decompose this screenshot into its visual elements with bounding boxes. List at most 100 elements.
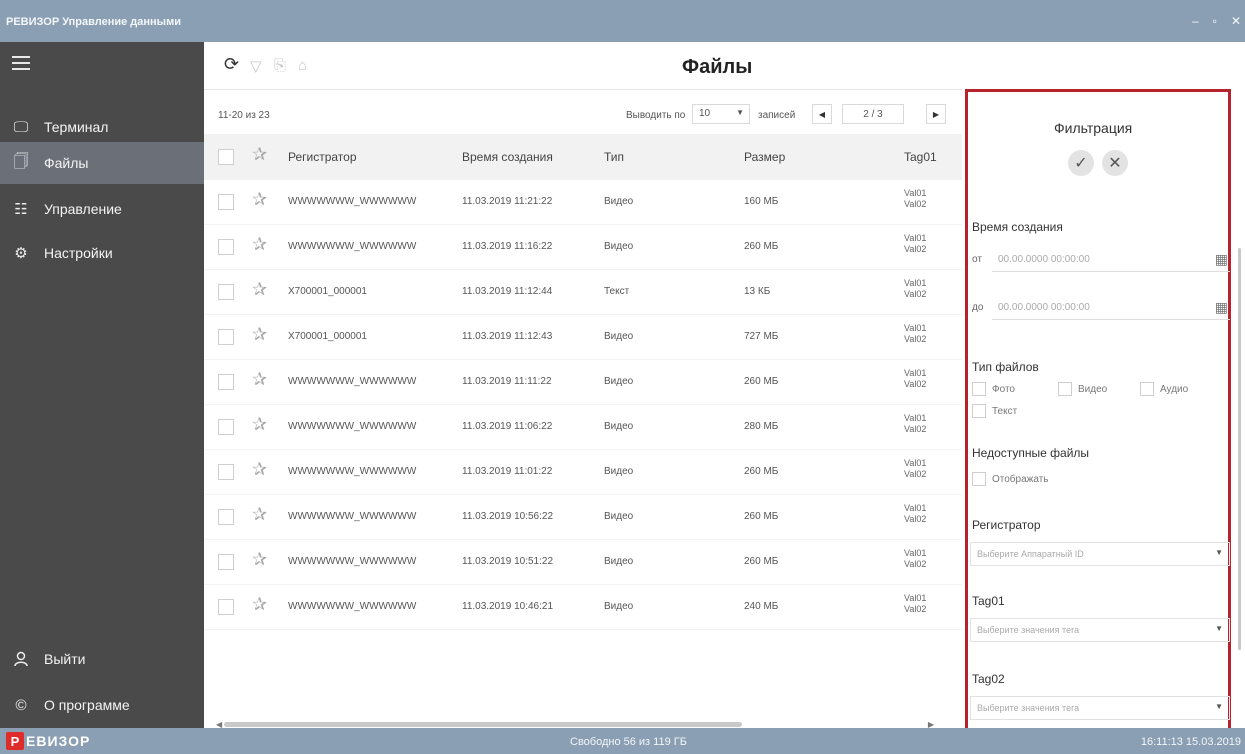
- per-page-select[interactable]: 10 ▼: [692, 104, 750, 124]
- cell-type: Видео: [604, 196, 634, 207]
- tag01-select[interactable]: Выберите значения тега ▼: [970, 618, 1230, 642]
- sidebar-item-about[interactable]: © О программе: [0, 684, 204, 726]
- calendar-icon[interactable]: ▦: [1215, 299, 1228, 316]
- tag-value: Val01: [904, 368, 927, 378]
- row-checkbox[interactable]: [218, 329, 234, 345]
- cell-size: 280 МБ: [744, 421, 779, 432]
- pin-icon[interactable]: ✰: [252, 504, 267, 525]
- tag02-label: Tag02: [972, 672, 1005, 686]
- select-all-checkbox[interactable]: [218, 149, 234, 165]
- pin-icon[interactable]: ✰: [252, 369, 267, 390]
- table-row[interactable]: ✰ X700001_000001 11.03.2019 11:12:44 Текст 1…: [204, 270, 962, 315]
- sidebar-item-logout[interactable]: Выйти: [0, 638, 204, 680]
- calendar-icon[interactable]: ▦: [1215, 251, 1228, 268]
- pin-icon[interactable]: ✰: [252, 324, 267, 345]
- checkbox-photo[interactable]: Фото: [972, 382, 1015, 396]
- reset-filter-button[interactable]: ✕: [1102, 150, 1128, 176]
- apply-filter-button[interactable]: ✓: [1068, 150, 1094, 176]
- checkbox-text[interactable]: Текст: [972, 404, 1017, 418]
- user-icon: [12, 650, 30, 668]
- copy-icon[interactable]: ⎘: [274, 57, 286, 74]
- horizontal-scrollbar[interactable]: ◀ ▶: [216, 720, 934, 729]
- table-row[interactable]: ✰ X700001_000001 11.03.2019 11:12:43 Видео 7…: [204, 315, 962, 360]
- column-header-created[interactable]: Время создания: [462, 150, 553, 164]
- sidebar: 🖵 Терминал 🗍 Файлы ☷ Управление ⚙ Настро…: [0, 42, 204, 728]
- next-page-button[interactable]: ▶: [926, 104, 946, 124]
- registrar-select[interactable]: Выберите Аппаратный ID ▼: [970, 542, 1230, 566]
- column-header-tag01[interactable]: Tag01: [904, 150, 937, 164]
- filter-icon[interactable]: ▽: [250, 57, 262, 75]
- column-header-size[interactable]: Размер: [744, 150, 785, 164]
- table-row[interactable]: ✰ WWWWWWW_WWWWWW 11.03.2019 11:06:22 Видео 2…: [204, 405, 962, 450]
- row-checkbox[interactable]: [218, 599, 234, 615]
- menu-icon[interactable]: [12, 56, 30, 74]
- pin-icon[interactable]: ✰: [252, 549, 267, 570]
- cell-type: Текст: [604, 286, 630, 297]
- cell-tags: Val01 Val02: [904, 278, 926, 300]
- table-row[interactable]: ✰ WWWWWWW_WWWWWW 11.03.2019 11:21:22 Видео 1…: [204, 180, 962, 225]
- row-checkbox[interactable]: [218, 374, 234, 390]
- pin-icon[interactable]: ✰: [252, 189, 267, 210]
- table-row[interactable]: ✰ WWWWWWW_WWWWWW 11.03.2019 10:51:22 Видео 2…: [204, 540, 962, 585]
- cell-type: Видео: [604, 511, 634, 522]
- table-row[interactable]: ✰ WWWWWWW_WWWWWW 11.03.2019 11:16:22 Видео 2…: [204, 225, 962, 270]
- table-row[interactable]: ✰ WWWWWWW_WWWWWW 11.03.2019 10:56:22 Видео 2…: [204, 495, 962, 540]
- tag02-select[interactable]: Выберите значения тега ▼: [970, 696, 1230, 720]
- pin-icon[interactable]: ✰: [252, 279, 267, 300]
- minimize-button[interactable]: –: [1192, 14, 1199, 28]
- monitor-icon: 🖵: [13, 118, 29, 136]
- checkbox-audio[interactable]: Аудио: [1140, 382, 1188, 396]
- cell-size: 260 МБ: [744, 376, 779, 387]
- cell-created: 11.03.2019 11:12:43: [462, 331, 553, 342]
- cell-registrar: X700001_000001: [288, 331, 367, 342]
- pin-icon[interactable]: ✰: [252, 234, 267, 255]
- date-from-field[interactable]: от 00.00.0000 00:00:00 ▦: [972, 248, 1230, 272]
- row-checkbox[interactable]: [218, 554, 234, 570]
- scrollbar-thumb[interactable]: [224, 722, 742, 727]
- tag-value: Val02: [904, 244, 927, 254]
- checkbox-show-unavailable[interactable]: Отображать: [972, 472, 1048, 486]
- per-page-label: Выводить по: [626, 110, 686, 121]
- table-row[interactable]: ✰ WWWWWWW_WWWWWW 11.03.2019 10:46:21 Видео 2…: [204, 585, 962, 630]
- upload-icon[interactable]: ⌂: [298, 57, 307, 74]
- row-checkbox[interactable]: [218, 419, 234, 435]
- table-row[interactable]: ✰ WWWWWWW_WWWWWW 11.03.2019 11:11:22 Видео 2…: [204, 360, 962, 405]
- cell-size: 260 МБ: [744, 241, 779, 252]
- checkbox-video[interactable]: Видео: [1058, 382, 1107, 396]
- table-row[interactable]: ✰ WWWWWWW_WWWWWW 11.03.2019 11:01:22 Видео 2…: [204, 450, 962, 495]
- tag-value: Val01: [904, 323, 927, 333]
- cell-type: Видео: [604, 331, 634, 342]
- vertical-scrollbar[interactable]: [1238, 248, 1241, 650]
- file-icon: 🗍: [13, 152, 29, 170]
- row-checkbox[interactable]: [218, 194, 234, 210]
- cell-created: 11.03.2019 11:01:22: [462, 466, 553, 477]
- sidebar-item-control[interactable]: ☷ Управление: [0, 188, 204, 230]
- page-indicator[interactable]: 2 / 3: [842, 104, 904, 124]
- pin-icon[interactable]: ✰: [252, 594, 267, 615]
- sidebar-item-settings[interactable]: ⚙ Настройки: [0, 232, 204, 274]
- close-button[interactable]: ✕: [1231, 14, 1241, 28]
- row-checkbox[interactable]: [218, 239, 234, 255]
- tag-value: Val01: [904, 503, 927, 513]
- cell-size: 13 КБ: [744, 286, 771, 297]
- cell-registrar: WWWWWWW_WWWWWW: [288, 421, 417, 432]
- cell-tags: Val01 Val02: [904, 413, 926, 435]
- column-header-type[interactable]: Тип: [604, 150, 624, 164]
- to-label: до: [972, 302, 984, 313]
- refresh-icon[interactable]: ⟳: [224, 54, 239, 75]
- prev-page-button[interactable]: ◀: [812, 104, 832, 124]
- pin-icon[interactable]: ✰: [252, 414, 267, 435]
- cell-tags: Val01 Val02: [904, 188, 926, 210]
- row-checkbox[interactable]: [218, 509, 234, 525]
- date-to-field[interactable]: до 00.00.0000 00:00:00 ▦: [972, 296, 1230, 320]
- pin-icon[interactable]: ✰: [252, 144, 267, 165]
- row-checkbox[interactable]: [218, 284, 234, 300]
- close-icon: ✕: [1108, 155, 1122, 172]
- column-header-registrar[interactable]: Регистратор: [288, 150, 357, 164]
- pin-icon[interactable]: ✰: [252, 459, 267, 480]
- sidebar-item-label: Файлы: [44, 155, 89, 171]
- row-checkbox[interactable]: [218, 464, 234, 480]
- sidebar-item-files[interactable]: 🗍 Файлы: [0, 142, 204, 184]
- cell-tags: Val01 Val02: [904, 503, 926, 525]
- maximize-button[interactable]: ▫: [1213, 14, 1217, 28]
